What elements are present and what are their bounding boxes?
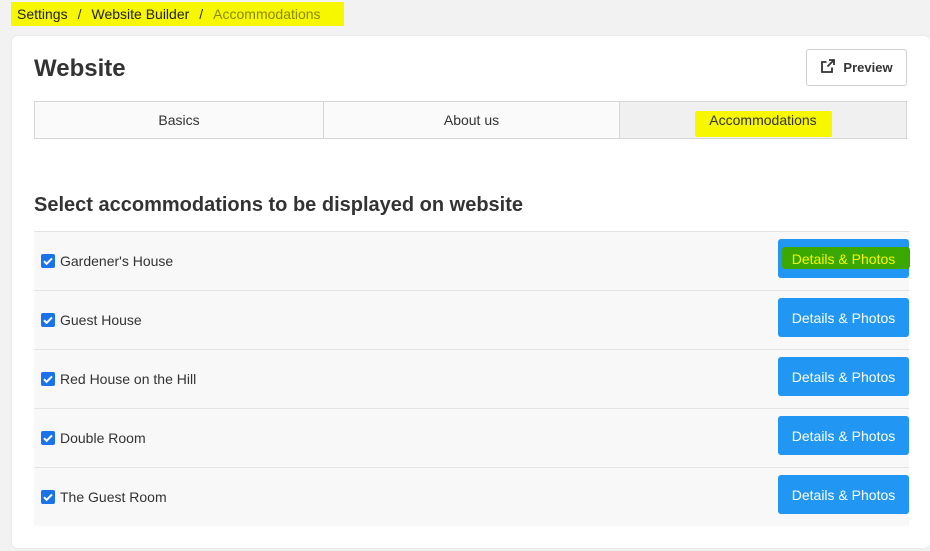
breadcrumb: Settings / Website Builder / Accommodations — [17, 6, 321, 22]
accommodation-name: Double Room — [60, 430, 146, 446]
page-title: Website — [34, 55, 126, 82]
details-photos-button[interactable]: Details & Photos — [778, 357, 909, 396]
accommodation-row: Guest House Details & Photos — [34, 291, 909, 350]
accommodation-name: Gardener's House — [60, 253, 174, 269]
details-photos-label: Details & Photos — [791, 309, 896, 326]
accommodation-name: Red House on the Hill — [60, 371, 197, 387]
accommodation-name: The Guest Room — [60, 489, 167, 505]
breadcrumb-separator: / — [199, 6, 204, 22]
accommodation-checkbox[interactable] — [41, 372, 55, 386]
breadcrumb-separator: / — [77, 6, 82, 22]
details-photos-label: Details & Photos — [791, 368, 896, 385]
breadcrumb-item-website-builder[interactable]: Website Builder — [91, 6, 189, 22]
accommodation-row: Double Room Details & Photos — [34, 409, 909, 468]
checkmark-icon — [43, 316, 53, 325]
preview-button[interactable]: Preview — [806, 49, 907, 86]
tab-bar: Basics About us Accommodations — [34, 101, 907, 139]
breadcrumb-item-settings[interactable]: Settings — [17, 6, 68, 22]
details-photos-button[interactable]: Details & Photos — [778, 475, 909, 514]
checkmark-icon — [43, 434, 53, 443]
preview-button-label: Preview — [843, 60, 893, 75]
details-photos-button[interactable]: Details & Photos — [778, 239, 910, 278]
details-photos-button[interactable]: Details & Photos — [778, 416, 909, 455]
tab-label: Accommodations — [709, 112, 817, 128]
tab-accommodations[interactable]: Accommodations — [619, 102, 906, 138]
accommodation-checkbox[interactable] — [41, 490, 55, 504]
details-photos-button[interactable]: Details & Photos — [778, 298, 909, 337]
checkmark-icon — [43, 493, 53, 502]
website-card: Website Preview Basics About us Accommod… — [12, 36, 930, 548]
accommodation-checkbox[interactable] — [41, 254, 55, 268]
tab-label: Basics — [158, 112, 200, 128]
checkmark-icon — [43, 257, 53, 266]
accommodation-name: Guest House — [60, 312, 142, 328]
details-photos-label: Details & Photos — [791, 250, 896, 267]
section-title: Select accommodations to be displayed on… — [34, 194, 524, 216]
tab-label: About us — [443, 112, 500, 128]
tab-basics[interactable]: Basics — [35, 102, 323, 138]
accommodation-row: The Guest Room Details & Photos — [34, 468, 909, 526]
checkmark-icon — [43, 375, 53, 384]
accommodation-row: Red House on the Hill Details & Photos — [34, 350, 909, 409]
accommodation-checkbox[interactable] — [41, 313, 55, 327]
tab-about-us[interactable]: About us — [323, 102, 619, 138]
external-link-icon — [820, 58, 836, 77]
details-photos-label: Details & Photos — [791, 486, 896, 503]
accommodation-row: Gardener's House Details & Photos — [34, 232, 910, 291]
breadcrumb-item-accommodations: Accommodations — [213, 6, 321, 22]
accommodation-checkbox[interactable] — [41, 431, 55, 445]
accommodation-list: Gardener's House Details & Photos Guest … — [34, 231, 910, 526]
details-photos-label: Details & Photos — [791, 427, 896, 444]
